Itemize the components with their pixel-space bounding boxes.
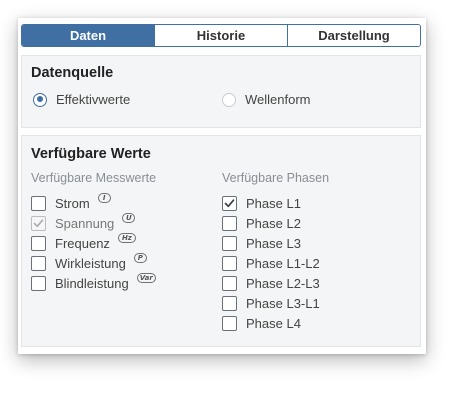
measurements-list: Strom I Spannung U Frequenz Hz Wirkleist…: [31, 193, 156, 293]
phases-list: Phase L1 Phase L2 Phase L3 Phase L1-L2 P…: [222, 193, 320, 333]
measurements-header: Verfügbare Messwerte: [31, 171, 157, 185]
phase-item-l3[interactable]: Phase L3: [222, 233, 320, 253]
checkbox-strom[interactable]: [31, 195, 46, 211]
radio-wellenform[interactable]: Wellenform: [222, 92, 311, 107]
checkbox-wirkleistung[interactable]: [31, 255, 46, 271]
checkbox-phase-l3-l1[interactable]: [222, 295, 237, 311]
measurement-item-blindleistung[interactable]: Blindleistung Var: [31, 273, 156, 293]
tab-bar: Daten Historie Darstellung: [21, 24, 421, 47]
radio-wellenform-button[interactable]: [222, 92, 236, 107]
checkbox-frequenz[interactable]: [31, 235, 46, 251]
voltage-u-icon: U: [122, 213, 136, 223]
checkbox-phase-l4[interactable]: [222, 315, 237, 331]
phase-label-l3-l1: Phase L3-L1: [246, 295, 320, 311]
available-values-title: Verfügbare Werte: [31, 146, 151, 162]
measurement-label-blindleistung: Blindleistung: [55, 275, 129, 291]
frequency-hz-icon: Hz: [117, 233, 136, 243]
measurement-label-wirkleistung: Wirkleistung: [55, 255, 126, 271]
tab-historie[interactable]: Historie: [154, 25, 287, 46]
measurement-item-spannung[interactable]: Spannung U: [31, 213, 156, 233]
phase-label-l2-l3: Phase L2-L3: [246, 275, 320, 291]
measurement-item-strom[interactable]: Strom I: [31, 193, 156, 213]
current-i-icon: I: [97, 193, 111, 203]
phase-item-l2-l3[interactable]: Phase L2-L3: [222, 273, 320, 293]
phase-label-l2: Phase L2: [246, 215, 301, 231]
tab-darstellung[interactable]: Darstellung: [287, 25, 420, 46]
checkbox-phase-l1[interactable]: [222, 195, 237, 211]
checkbox-phase-l2-l3[interactable]: [222, 275, 237, 291]
phase-label-l1: Phase L1: [246, 195, 301, 211]
tab-daten[interactable]: Daten: [22, 25, 154, 46]
measurement-item-frequenz[interactable]: Frequenz Hz: [31, 233, 156, 253]
phase-item-l1[interactable]: Phase L1: [222, 193, 320, 213]
available-values-panel: Verfügbare Werte Verfügbare Messwerte Ve…: [21, 135, 421, 347]
data-source-title: Datenquelle: [31, 65, 114, 81]
checkbox-phase-l2[interactable]: [222, 215, 237, 231]
radio-wellenform-label: Wellenform: [245, 92, 311, 107]
phase-label-l1-l2: Phase L1-L2: [246, 255, 320, 271]
radio-effektivwerte[interactable]: Effektivwerte: [33, 92, 130, 107]
phase-item-l4[interactable]: Phase L4: [222, 313, 320, 333]
checkbox-spannung[interactable]: [31, 215, 46, 231]
settings-dialog: Daten Historie Darstellung Datenquelle E…: [18, 18, 426, 354]
checkbox-phase-l1-l2[interactable]: [222, 255, 237, 271]
measurement-label-spannung: Spannung: [55, 215, 115, 231]
checkbox-phase-l3[interactable]: [222, 235, 237, 251]
phase-item-l3-l1[interactable]: Phase L3-L1: [222, 293, 320, 313]
measurement-label-strom: Strom: [55, 195, 90, 211]
power-p-icon: P: [133, 253, 147, 263]
phase-label-l4: Phase L4: [246, 315, 301, 331]
phase-label-l3: Phase L3: [246, 235, 301, 251]
radio-effektivwerte-label: Effektivwerte: [56, 92, 131, 107]
checkbox-blindleistung[interactable]: [31, 275, 46, 291]
reactive-power-var-icon: Var: [136, 273, 156, 283]
data-source-panel: Datenquelle Effektivwerte Wellenform: [21, 55, 421, 128]
radio-effektivwerte-button[interactable]: [33, 92, 47, 107]
phase-item-l2[interactable]: Phase L2: [222, 213, 320, 233]
phase-item-l1-l2[interactable]: Phase L1-L2: [222, 253, 320, 273]
measurement-item-wirkleistung[interactable]: Wirkleistung P: [31, 253, 156, 273]
phases-header: Verfügbare Phasen: [222, 171, 330, 185]
measurement-label-frequenz: Frequenz: [55, 235, 110, 251]
